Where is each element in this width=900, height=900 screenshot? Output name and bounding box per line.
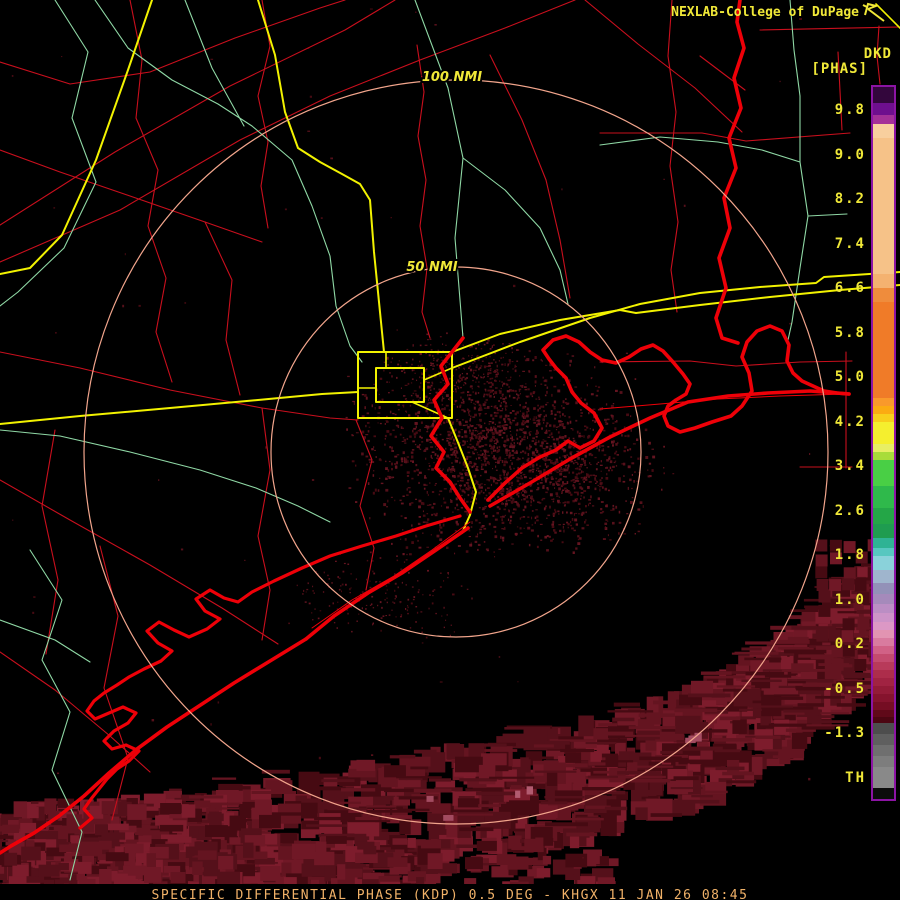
colorbar-segment — [873, 767, 894, 788]
ring-label-100nmi: 100 NMI — [422, 70, 482, 85]
colorbar-segment — [873, 422, 894, 444]
colorbar-segment — [873, 460, 894, 486]
colorbar-tick-label: 9.8 — [834, 102, 866, 118]
colorbar-segment — [873, 630, 894, 638]
colorbar-segment — [873, 486, 894, 508]
brand-text: NEXLAB-College of DuPage — [671, 4, 859, 20]
colorbar-segment — [873, 670, 894, 678]
colorbar-segment — [873, 745, 894, 756]
colorbar-tick-label: 9.0 — [834, 146, 866, 163]
colorbar-segment — [873, 734, 894, 745]
colorbar-segment — [873, 678, 894, 686]
colorbar-segment — [873, 594, 894, 604]
colorbar-segment — [873, 583, 894, 594]
title-bar-text: SPECIFIC DIFFERENTIAL PHASE (KDP) 0.5 DE… — [151, 888, 749, 900]
colorbar-segment — [873, 646, 894, 654]
colorbar-segment — [873, 694, 894, 702]
colorbar-tick-label: -0.5 — [824, 680, 866, 697]
ring-label-50nmi: 50 NMI — [406, 260, 457, 275]
colorbar-segment — [873, 686, 894, 694]
colorbar-segment — [873, 444, 894, 452]
colorbar-tick-label: 5.8 — [834, 324, 866, 341]
colorbar-segment — [873, 654, 894, 662]
colorbar-segment — [873, 103, 894, 115]
colorbar-tick-label: 5.0 — [834, 369, 866, 386]
colorbar-segment — [873, 138, 894, 274]
colorbar-tick-label: 8.2 — [834, 191, 866, 208]
colorbar-segment — [873, 638, 894, 646]
colorbar-segment — [873, 662, 894, 670]
radar-map: 100 NMI 50 NMI — [0, 0, 900, 900]
radar-display: 100 NMI 50 NMI NEXLAB-College of DuPage … — [0, 0, 900, 900]
colorbar — [871, 85, 896, 801]
product-code-label: DKD — [863, 46, 892, 62]
cod-weathervane-icon — [862, 2, 885, 22]
colorbar-segment — [873, 723, 894, 734]
colorbar-segment — [873, 302, 894, 398]
colorbar-tick-label: 6.6 — [834, 280, 866, 297]
colorbar-segment — [873, 788, 894, 799]
colorbar-segment — [873, 613, 894, 622]
colorbar-segment — [873, 548, 894, 556]
colorbar-segment — [873, 87, 894, 103]
colorbar-segment — [873, 406, 894, 414]
colorbar-segment — [873, 274, 894, 288]
colorbar-segment — [873, 702, 894, 710]
colorbar-tick-label: 4.2 — [834, 413, 866, 430]
colorbar-segment — [873, 124, 894, 138]
colorbar-segment — [873, 556, 894, 570]
colorbar-segment — [873, 452, 894, 460]
colorbar-segment — [873, 538, 894, 548]
colorbar-tick-label: 3.4 — [834, 458, 866, 475]
colorbar-segment — [873, 622, 894, 630]
colorbar-segment — [873, 756, 894, 767]
colorbar-tick-label: 1.0 — [834, 591, 866, 608]
branding: NEXLAB-College of DuPage — [671, 2, 886, 22]
colorbar-tick-label: 1.8 — [834, 547, 866, 564]
colorbar-segment — [873, 414, 894, 422]
colorbar-tick-label: -1.3 — [824, 725, 866, 742]
product-units-label: [PHAS] — [811, 61, 868, 77]
colorbar-segment — [873, 398, 894, 406]
title-bar: SPECIFIC DIFFERENTIAL PHASE (KDP) 0.5 DE… — [0, 884, 900, 900]
colorbar-tick-label: 7.4 — [834, 235, 866, 252]
colorbar-segment — [873, 570, 894, 583]
colorbar-segment — [873, 524, 894, 538]
colorbar-tick-label: TH — [845, 769, 866, 786]
colorbar-segment — [873, 604, 894, 613]
colorbar-tick-label: 2.6 — [834, 502, 866, 519]
colorbar-segment — [873, 115, 894, 124]
colorbar-segment — [873, 288, 894, 302]
colorbar-tick-label: 0.2 — [834, 636, 866, 653]
colorbar-segment — [873, 508, 894, 524]
colorbar-segment — [873, 710, 894, 717]
